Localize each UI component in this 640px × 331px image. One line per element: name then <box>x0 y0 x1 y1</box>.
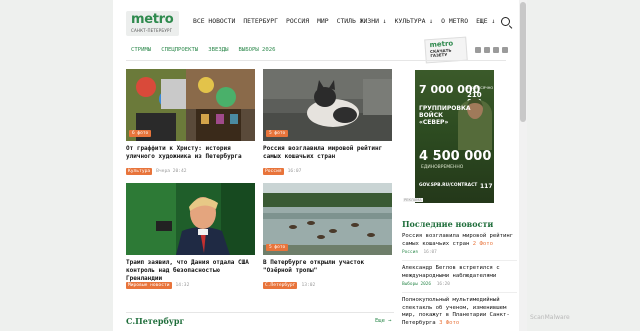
nav-item-russia[interactable]: РОССИЯ <box>286 17 309 25</box>
subnav-streams[interactable]: СТРИМЫ <box>131 47 151 53</box>
latest-news-text[interactable]: Россия возглавила мировой рейтинг самых … <box>402 233 513 247</box>
news-card[interactable]: 5 фото Россия возглавила мировой рейтинг… <box>263 69 392 179</box>
category-tag[interactable]: С.Петербург <box>263 282 298 289</box>
latest-news-item[interactable]: Россия возглавила мировой рейтинг самых … <box>402 233 517 257</box>
card-meta: Россия 16:07 <box>263 168 301 175</box>
card-image: 5 фото <box>263 183 392 255</box>
latest-news-meta: Выборы 2026 16:20 <box>402 281 517 289</box>
ad-label: РЕКЛАМА <box>403 198 423 202</box>
photo-count-badge: 5 фото <box>266 130 289 137</box>
vk-icon[interactable] <box>484 47 490 53</box>
nav-item-more[interactable]: ЕЩЕ ↓ <box>476 17 495 25</box>
latest-news-heading: Последние новости <box>402 219 494 229</box>
news-card[interactable]: 5 фото В Петербурге открыли участок "Озё… <box>263 183 392 291</box>
card-title[interactable]: Россия возглавила мировой рейтинг самых … <box>263 145 392 161</box>
nav-item-culture[interactable]: КУЛЬТУРА ↓ <box>395 17 433 25</box>
card-image: 5 фото <box>263 69 392 141</box>
nav-item-lifestyle[interactable]: СТИЛЬ ЖИЗНИ ↓ <box>337 17 387 25</box>
card-time: 16:07 <box>287 169 302 174</box>
promo-text: СКАЧАТЬ ГАЗЕТУ <box>430 48 452 59</box>
ad-sum-once: 4 500 000 <box>419 149 492 164</box>
main-nav: ВСЕ НОВОСТИ ПЕТЕРБУРГ РОССИЯ МИР СТИЛЬ Ж… <box>193 17 495 25</box>
photo-count-badge: 6 фото <box>129 130 152 137</box>
scrollbar-thumb[interactable] <box>520 2 526 122</box>
ad-phone: 117 <box>480 183 493 190</box>
ad-site: GOV.SPB.RU/CONTRACT <box>419 183 478 188</box>
card-meta: С.Петербург 13:02 <box>263 282 315 289</box>
recruitment-ad-banner[interactable]: 7 000 000 ЕЖЕМЕСЯЧНО 210 000 ГРУППИРОВКА… <box>415 70 494 203</box>
section-title[interactable]: С.Петербург <box>126 316 184 326</box>
subnav-stars[interactable]: ЗВЕЗДЫ <box>208 47 228 53</box>
ok-icon[interactable] <box>502 47 508 53</box>
sub-nav: СТРИМЫ СПЕЦПРОЕКТЫ ЗВЕЗДЫ ВЫБОРЫ 2026 <box>131 47 276 53</box>
latest-news-meta: Россия 16:07 <box>402 249 517 257</box>
card-time: 14:32 <box>175 283 190 288</box>
latest-news-divider <box>402 260 517 261</box>
category-tag[interactable]: Культура <box>126 168 153 175</box>
page: metro САНКТ-ПЕТЕРБУРГ ВСЕ НОВОСТИ ПЕТЕРБ… <box>113 0 527 331</box>
card-time: 13:02 <box>301 283 316 288</box>
card-title[interactable]: От граффити к Христу: история уличного х… <box>126 145 255 161</box>
logo-subtitle: САНКТ-ПЕТЕРБУРГ <box>131 28 173 33</box>
nav-item-world[interactable]: МИР <box>317 17 329 25</box>
news-card[interactable]: Трамп заявил, что Дания отдала США контр… <box>126 183 255 291</box>
section-more-link[interactable]: Еще → <box>375 318 392 324</box>
ad-group: ГРУППИРОВКА ВОЙСК «СЕВЕР» <box>419 105 471 126</box>
card-image <box>126 183 255 255</box>
scanmalware-watermark: ScanMalware <box>530 314 570 321</box>
nav-item-petersburg[interactable]: ПЕТЕРБУРГ <box>243 17 278 25</box>
card-image: 6 фото <box>126 69 255 141</box>
subnav-elections[interactable]: ВЫБОРЫ 2026 <box>238 47 275 53</box>
ad-once-label: ЕДИНОВРЕМЕННО <box>421 165 464 170</box>
telegram-icon[interactable] <box>493 47 499 53</box>
photo-count: 2 Фото <box>472 240 493 247</box>
photo-count-badge: 5 фото <box>266 244 289 251</box>
search-icon[interactable] <box>501 17 510 26</box>
nav-item-about[interactable]: О METRO <box>441 17 468 25</box>
card-title[interactable]: В Петербурге открыли участок "Озёрной тр… <box>263 259 392 275</box>
trump-photo <box>126 183 255 255</box>
subnav-specprojects[interactable]: СПЕЦПРОЕКТЫ <box>161 47 198 53</box>
latest-news-time: 16:20 <box>436 282 450 288</box>
card-meta: Мировые новости 14:32 <box>126 282 189 289</box>
latest-news-divider <box>402 292 517 293</box>
card-title[interactable]: Трамп заявил, что Дания отдала США контр… <box>126 259 255 283</box>
page-scrollbar[interactable] <box>519 0 527 331</box>
metro-logo[interactable]: metro САНКТ-ПЕТЕРБУРГ <box>126 11 179 36</box>
news-card[interactable]: 6 фото От граффити к Христу: история ули… <box>126 69 255 179</box>
category-tag[interactable]: Россия <box>263 168 284 175</box>
latest-news-text[interactable]: Александр Беглов встретился с международ… <box>402 265 500 279</box>
card-time: Вчера 20:42 <box>156 169 187 174</box>
latest-news-category[interactable]: Выборы 2026 <box>402 282 431 287</box>
header-divider <box>126 60 506 61</box>
category-tag[interactable]: Мировые новости <box>126 282 172 289</box>
logo-word: metro <box>131 12 174 27</box>
promo-line2: ГАЗЕТУ <box>430 52 448 59</box>
latest-news-item[interactable]: Александр Беглов встретился с международ… <box>402 265 517 289</box>
latest-news-item[interactable]: Полнокупольный мультимедийный спектакль … <box>402 297 517 327</box>
photo-count: 3 Фото <box>439 319 460 326</box>
latest-news-time: 16:07 <box>423 250 437 256</box>
latest-news-category[interactable]: Россия <box>402 250 418 255</box>
social-links <box>475 47 508 53</box>
section-divider <box>126 312 394 313</box>
share-icon[interactable] <box>475 47 481 53</box>
card-meta: Культура Вчера 20:42 <box>126 168 187 175</box>
nav-item-all-news[interactable]: ВСЕ НОВОСТИ <box>193 17 235 25</box>
